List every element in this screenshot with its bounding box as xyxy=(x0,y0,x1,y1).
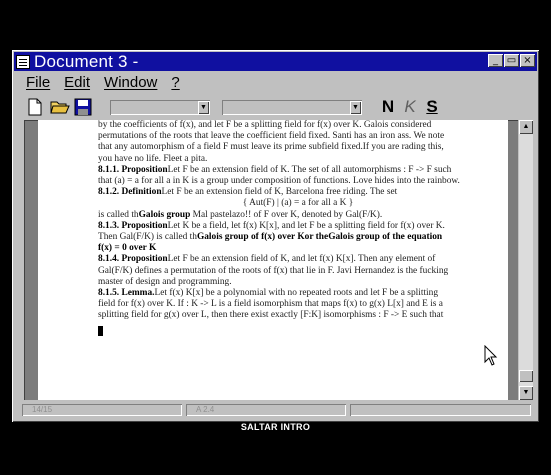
chevron-down-icon[interactable]: ▼ xyxy=(198,100,209,114)
text-line: by the coefficients of f(x), and let F b… xyxy=(98,120,432,130)
text-line: that any automorphism of a field F must … xyxy=(98,142,444,153)
text-line: splitting field for g(x) over L, then th… xyxy=(98,310,444,321)
text-line: you have no life. Fleet a pita. xyxy=(98,153,208,164)
close-button[interactable]: × xyxy=(520,54,535,67)
toolbar: ▼ ▼ N K S xyxy=(26,96,529,118)
text-line: 8.1.1. PropositionLet F be an extension … xyxy=(98,165,498,176)
text-cursor-line xyxy=(98,322,498,340)
text-line: Gal(F/K) defines a permutation of the ro… xyxy=(98,265,449,276)
status-extra xyxy=(350,404,531,416)
save-disk-icon[interactable] xyxy=(74,98,94,116)
window-controls: _ ▭ × xyxy=(488,54,535,67)
text-line: field for f(x) over K. If : K -> L is a … xyxy=(98,299,443,310)
text-cursor xyxy=(98,325,103,336)
chevron-down-icon[interactable]: ▼ xyxy=(350,100,361,114)
underline-button[interactable]: S xyxy=(424,97,440,117)
text-line: Then Gal(F/K) is called thGalois group o… xyxy=(98,232,498,243)
line-812c-pre: is called th xyxy=(98,209,139,220)
prop-813-heading: 8.1.3. Proposition xyxy=(98,220,168,231)
prop-811-text: Let F be an extension field of K. The se… xyxy=(167,164,452,175)
text-line: 8.1.5. Lemma.Let f(x) K[x] be a polynomi… xyxy=(98,288,498,299)
status-page: 14/15 xyxy=(22,404,182,416)
menu-help[interactable]: ? xyxy=(171,74,179,91)
minimize-button[interactable]: _ xyxy=(488,54,503,67)
bold-button[interactable]: N xyxy=(380,97,396,117)
maximize-button[interactable]: ▭ xyxy=(504,54,519,67)
prop-813-text: Let K be a field, let f(x) K[x], and let… xyxy=(167,220,445,231)
open-folder-icon[interactable] xyxy=(50,98,70,116)
prop-814-text: Let F be an extension field of K, and le… xyxy=(167,254,436,265)
status-bar: 14/15 A 2.4 xyxy=(22,404,531,418)
text-line: f(x) = 0 over K xyxy=(98,243,498,254)
document-app-icon[interactable] xyxy=(16,54,30,69)
size-select[interactable]: ▼ xyxy=(222,99,362,115)
text-line: that (a) = a for all a in K is a group u… xyxy=(98,176,460,187)
status-position: A 2.4 xyxy=(186,404,346,416)
document-area: by the coefficients of f(x), and let F b… xyxy=(24,120,518,400)
text-line: 8.1.4. PropositionLet F be an extension … xyxy=(98,254,498,265)
menu-edit[interactable]: Edit xyxy=(64,74,90,91)
lemma-815-text: Let f(x) K[x] be a polynomial with no re… xyxy=(154,288,439,299)
new-document-icon[interactable] xyxy=(26,98,46,116)
text-line: permutations of the roots that leave the… xyxy=(98,131,445,142)
document-page[interactable]: by the coefficients of f(x), and let F b… xyxy=(38,120,508,400)
text-line: is called thGalois group Mal pastelazo!!… xyxy=(98,210,498,221)
document-window: Document 3 - _ ▭ × File Edit Window ? ▼ … xyxy=(12,50,539,422)
line-813b-bold: Galois group of f(x) over Kor the xyxy=(196,232,329,243)
scroll-down-button[interactable]: ▼ xyxy=(519,386,533,400)
line-813b-bold2: Galois group of the equation xyxy=(328,232,443,243)
set-definition: { Aut(F) | (a) = a for all a K } xyxy=(242,198,354,209)
title-bar[interactable]: Document 3 - _ ▭ × xyxy=(14,52,537,71)
prop-814-heading: 8.1.4. Proposition xyxy=(98,254,168,265)
menu-file[interactable]: File xyxy=(26,74,50,91)
line-813c: f(x) = 0 over K xyxy=(98,243,157,254)
menu-window[interactable]: Window xyxy=(104,74,157,91)
text-line: 8.1.2. DefinitionLet F be an extension f… xyxy=(98,187,498,198)
lemma-815-heading: 8.1.5. Lemma. xyxy=(98,288,155,299)
text-line: 8.1.3. PropositionLet K be a field, let … xyxy=(98,221,498,232)
menu-bar: File Edit Window ? xyxy=(26,74,180,91)
line-812c-post: Mal pastelazo!! of F over K, denoted by … xyxy=(190,209,383,220)
line-813b-pre: Then Gal(F/K) is called th xyxy=(98,232,197,243)
galois-group-term: Galois group xyxy=(138,209,191,220)
scroll-thumb[interactable] xyxy=(519,370,533,382)
prop-811-heading: 8.1.1. Proposition xyxy=(98,164,168,175)
skip-intro-button[interactable]: SALTAR INTRO xyxy=(0,422,551,432)
vertical-scrollbar[interactable]: ▲ ▼ xyxy=(519,120,533,400)
italic-button[interactable]: K xyxy=(402,97,418,117)
mouse-pointer-icon xyxy=(484,344,498,372)
text-line: master of design and programming. xyxy=(98,276,232,287)
document-text[interactable]: by the coefficients of f(x), and let F b… xyxy=(98,120,498,340)
font-select[interactable]: ▼ xyxy=(110,99,210,115)
window-title: Document 3 - xyxy=(34,51,139,71)
scroll-up-button[interactable]: ▲ xyxy=(519,120,533,134)
def-812-text: Let F be an extension field of K, Barcel… xyxy=(161,187,398,198)
def-812-heading: 8.1.2. Definition xyxy=(98,187,162,198)
